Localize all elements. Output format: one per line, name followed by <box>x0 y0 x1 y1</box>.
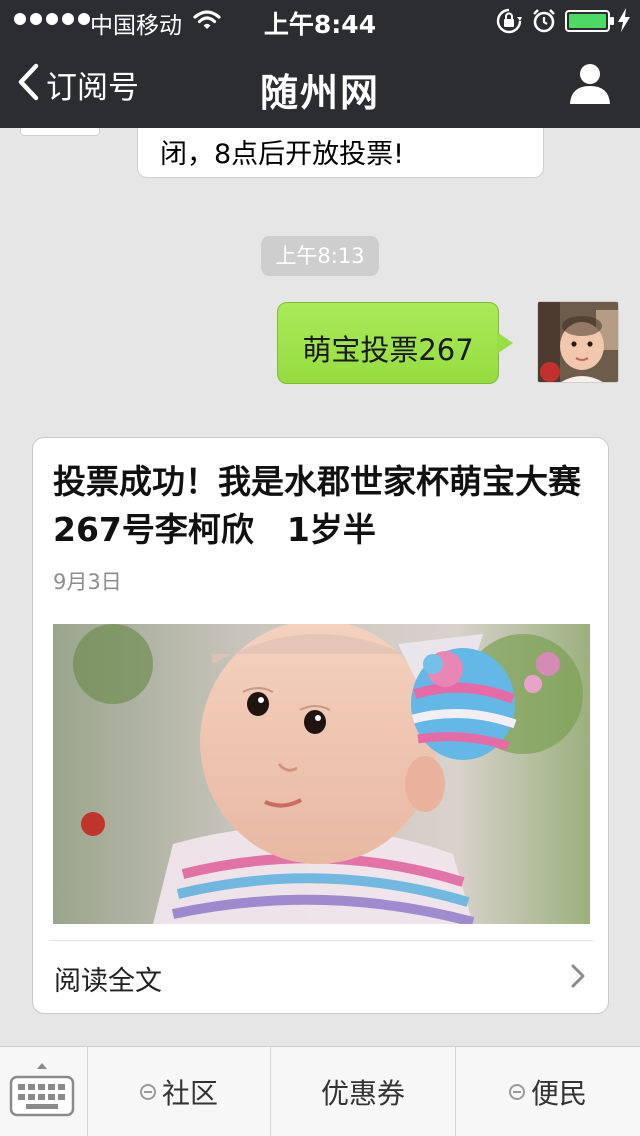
sent-message-text: 萌宝投票267 <box>302 333 474 367</box>
menu-coupons-label: 优惠券 <box>320 1077 405 1110</box>
chevron-left-icon <box>16 63 40 105</box>
official-account-avatar[interactable] <box>20 128 100 136</box>
article-cover-image[interactable] <box>53 624 590 924</box>
back-button[interactable]: 订阅号 <box>16 60 139 108</box>
back-label: 订阅号 <box>46 69 139 106</box>
alarm-icon <box>532 8 556 38</box>
minus-circle-icon <box>508 1084 525 1100</box>
navigation-bar: 订阅号 随州网 <box>0 40 640 128</box>
rotation-lock-icon <box>496 8 522 38</box>
chat-area[interactable]: 闭，8点后开放投票! 上午8:13 萌宝投票267 投票成功！我是水郡世家杯萌宝… <box>0 128 640 1046</box>
battery-icon <box>565 10 615 36</box>
article-title: 投票成功！我是水郡世家杯萌宝大赛267号李柯欣 1岁半 <box>53 462 581 549</box>
article-date: 9月3日 <box>53 570 122 594</box>
article-card[interactable]: 投票成功！我是水郡世家杯萌宝大赛267号李柯欣 1岁半 9月3日 阅读全文 <box>32 437 609 1014</box>
menu-services-label: 便民 <box>530 1077 587 1110</box>
charging-icon <box>617 8 631 36</box>
sent-message-bubble[interactable]: 萌宝投票267 <box>277 302 499 384</box>
read-more-label: 阅读全文 <box>54 966 162 997</box>
user-avatar[interactable] <box>537 301 619 383</box>
menu-community-label: 社区 <box>161 1077 218 1110</box>
menu-services[interactable]: 便民 <box>456 1047 640 1136</box>
read-more-row[interactable]: 阅读全文 <box>33 941 610 1013</box>
minus-circle-icon <box>139 1084 156 1100</box>
menu-community[interactable]: 社区 <box>88 1047 271 1136</box>
previous-message-bubble[interactable]: 闭，8点后开放投票! <box>137 128 544 178</box>
person-icon <box>566 64 614 112</box>
chevron-right-icon <box>570 963 586 993</box>
top-bar: 中国移动 上午8:44 订阅号 随州网 <box>0 0 640 128</box>
keyboard-toggle-button[interactable] <box>0 1047 88 1136</box>
previous-message-text: 闭，8点后开放投票! <box>160 139 405 170</box>
status-bar: 中国移动 上午8:44 <box>0 0 640 40</box>
bubble-tail <box>497 332 513 354</box>
menu-coupons[interactable]: 优惠券 <box>271 1047 456 1136</box>
timestamp: 上午8:13 <box>261 236 379 276</box>
profile-button[interactable] <box>566 60 614 108</box>
bottom-menu-bar: 社区 优惠券 便民 <box>0 1046 640 1136</box>
